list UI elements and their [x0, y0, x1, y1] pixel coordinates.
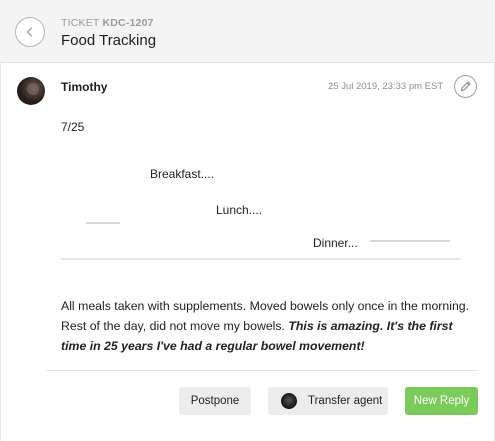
- message-timestamp: 25 Jul 2019, 23:33 pm EST: [328, 81, 444, 92]
- divider: [46, 370, 478, 371]
- meal-lunch: Lunch....: [216, 203, 263, 217]
- transfer-agent-button[interactable]: Transfer agent: [268, 387, 388, 415]
- chevron-left-icon: [26, 27, 33, 37]
- ticket-prefix: TICKET: [61, 17, 100, 29]
- ticket-id: KDC-1207: [102, 17, 154, 29]
- avatar: [17, 77, 45, 105]
- meal-dinner: Dinner...: [313, 236, 358, 250]
- edit-button[interactable]: [454, 75, 477, 98]
- message-date: 7/25: [61, 120, 85, 134]
- ticket-header: TICKET KDC-1207 Food Tracking: [0, 0, 495, 63]
- agent-avatar: [281, 393, 297, 409]
- page-title: Food Tracking: [61, 32, 157, 49]
- meal-breakfast: Breakfast....: [150, 167, 215, 181]
- back-button[interactable]: [15, 17, 45, 47]
- transfer-agent-label: Transfer agent: [308, 395, 383, 407]
- faint-line: [61, 258, 461, 260]
- ticket-id-label: TICKET KDC-1207: [61, 17, 154, 29]
- faint-line: [86, 222, 120, 224]
- author-name: Timothy: [61, 80, 108, 94]
- faint-line: [370, 240, 450, 242]
- postpone-button[interactable]: Postpone: [179, 387, 251, 415]
- pencil-icon: [460, 81, 471, 92]
- new-reply-button[interactable]: New Reply: [405, 387, 478, 415]
- message-body: All meals taken with supplements. Moved …: [61, 296, 481, 356]
